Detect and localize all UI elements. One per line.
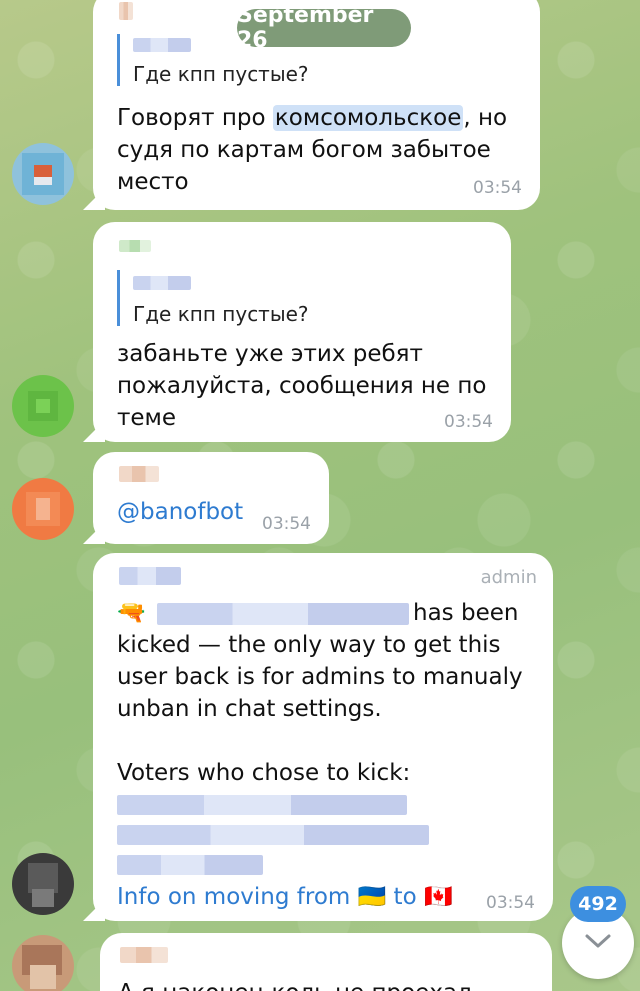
sender-avatar-redacted [119, 2, 133, 20]
chevron-down-icon [584, 932, 612, 955]
admin-label: admin [480, 567, 537, 588]
text-fragment: has been [413, 600, 519, 626]
message-time: 03:54 [262, 514, 311, 534]
text-fragment: Говорят про [117, 105, 273, 131]
avatar[interactable] [12, 143, 74, 205]
flag-canada: 🇨🇦 [423, 884, 453, 910]
text-line: kicked — the only way to get this [117, 632, 501, 658]
message-bubble[interactable]: @banofbot 03:54 [93, 452, 329, 544]
text-line: теме [117, 405, 177, 431]
quoted-text: Где кпп пустые? [133, 62, 309, 86]
info-link[interactable]: Info on moving from 🇺🇦 to 🇨🇦 [117, 881, 537, 913]
voters-heading: Voters who chose to kick: [117, 760, 411, 786]
text-line: user back is for admins to manualy [117, 664, 523, 690]
flag-ukraine: 🇺🇦 [357, 884, 387, 910]
message-text: 🔫 has been kicked — the only way to get … [117, 597, 537, 913]
text-line: unban in chat settings. [117, 696, 382, 722]
text-line: судя по картам богом забытое [117, 137, 491, 163]
kicked-user-redacted [157, 603, 409, 625]
search-highlight: комсомольское [272, 105, 464, 131]
reply-quote[interactable]: Где кпп пустые? [117, 270, 309, 326]
mention-link[interactable]: @banofbot [117, 496, 243, 528]
text-fragment: Info on moving from [117, 884, 358, 910]
text-fragment: , но [463, 105, 508, 131]
sender-name-redacted [120, 947, 168, 963]
voter-list-redacted[interactable] [117, 825, 429, 845]
sender-name-redacted [119, 567, 181, 585]
message-time: 03:54 [486, 893, 535, 913]
message-time: 03:54 [444, 412, 493, 432]
quoted-sender-redacted [133, 38, 191, 52]
avatar[interactable] [12, 935, 74, 991]
message-bubble[interactable]: admin 🔫 has been kicked — the only way t… [93, 553, 553, 921]
message-text: забаньте уже этих ребят пожалуйста, сооб… [117, 338, 497, 434]
voter-list-redacted[interactable] [117, 855, 263, 875]
avatar[interactable] [12, 853, 74, 915]
water-gun-emoji: 🔫 [117, 600, 146, 626]
avatar[interactable] [12, 375, 74, 437]
date-separator: September 26 [237, 3, 411, 53]
message-bubble[interactable]: А я наконец коль не проехал [100, 933, 552, 991]
avatar[interactable] [12, 478, 74, 540]
text-fragment: to [386, 884, 424, 910]
message-text: А я наконец коль не проехал [118, 977, 472, 991]
text-line: место [117, 169, 189, 195]
text-line: пожалуйста, сообщения не по [117, 373, 487, 399]
quoted-text: Где кпп пустые? [133, 302, 309, 326]
message-bubble[interactable]: Где кпп пустые? забаньте уже этих ребят … [93, 222, 511, 442]
sender-name-redacted [119, 466, 159, 482]
voter-list-redacted[interactable] [117, 795, 407, 815]
sender-avatar-redacted [119, 240, 151, 252]
text-line: забаньте уже этих ребят [117, 341, 423, 367]
quoted-sender-redacted [133, 276, 191, 290]
message-text: Говорят про комсомольское, но судя по ка… [117, 102, 527, 198]
message-time: 03:54 [473, 178, 522, 198]
unread-count-badge[interactable]: 492 [570, 886, 626, 922]
